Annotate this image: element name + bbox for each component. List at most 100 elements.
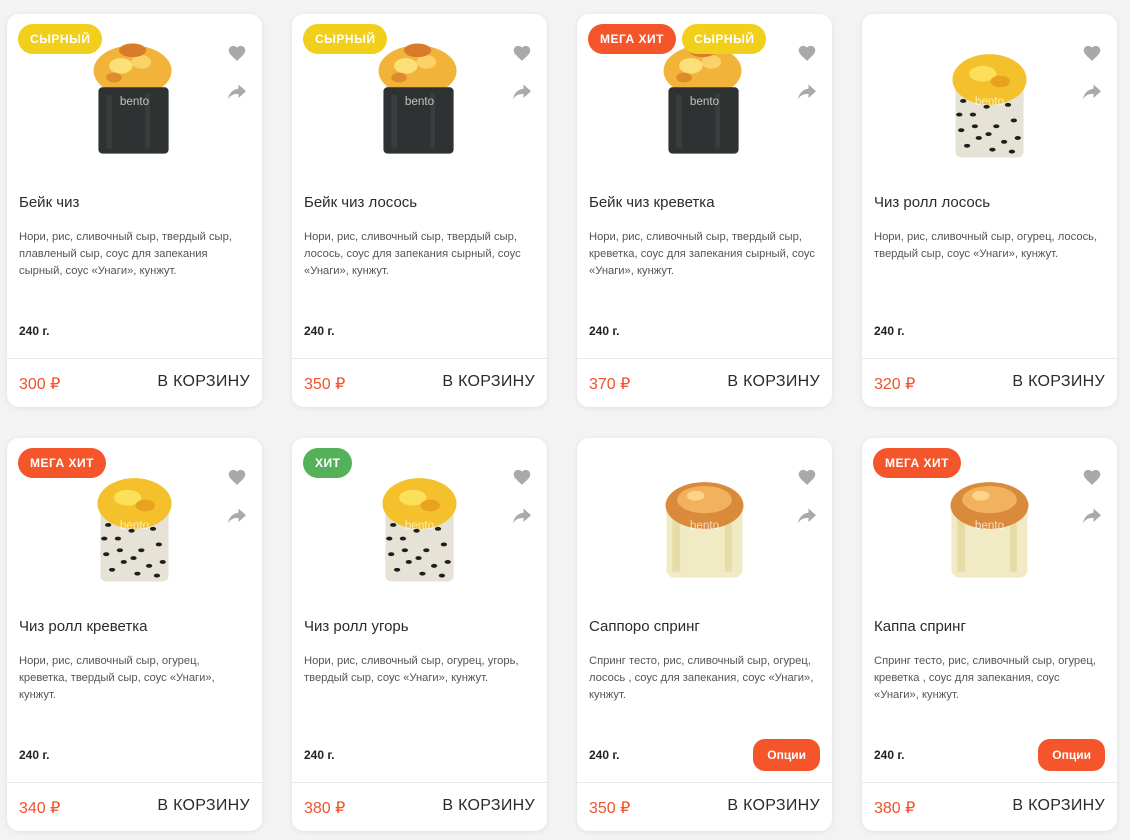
product-title[interactable]: Бейк чиз лосось [304, 194, 535, 211]
badge-group: ХИТ [303, 448, 353, 478]
product-price: 320 ₽ [874, 376, 916, 393]
product-description: Спринг тесто, рис, сливочный сыр, огурец… [874, 655, 1096, 701]
product-description: Нори, рис, сливочный сыр, твердый сыр, п… [19, 231, 232, 277]
product-image[interactable]: bento [362, 36, 477, 161]
card-divider [292, 782, 547, 783]
share-icon[interactable] [1081, 81, 1103, 103]
heart-icon[interactable] [1081, 42, 1103, 64]
add-to-cart-button[interactable]: В КОРЗИНУ [442, 797, 535, 815]
share-icon[interactable] [511, 81, 533, 103]
product-card[interactable]: МЕГА ХИТ bento Чиз ролл креветка Нори, рис,… [7, 438, 262, 831]
product-title[interactable]: Чиз ролл угорь [304, 618, 535, 635]
add-to-cart-button[interactable]: В КОРЗИНУ [1012, 797, 1105, 815]
product-title[interactable]: Бейк чиз креветка [589, 194, 820, 211]
product-title[interactable]: Чиз ролл лосось [874, 194, 1105, 211]
product-price: 340 ₽ [19, 800, 61, 817]
product-weight: 240 г. [589, 748, 620, 762]
badge-group: МЕГА ХИТ [873, 448, 962, 478]
product-card[interactable]: МЕГА ХИТ bento Каппа спринг Спринг тесто, р… [862, 438, 1117, 831]
product-title[interactable]: Бейк чиз [19, 194, 250, 211]
product-weight: 240 г. [19, 748, 50, 762]
product-card[interactable]: МЕГА ХИТ СЫРНЫЙ bento Бейк чиз креветка Нори… [577, 14, 832, 407]
product-badge: ХИТ [303, 448, 353, 478]
options-button[interactable]: Опции [1038, 739, 1105, 771]
svg-text:bento: bento [405, 518, 435, 531]
card-divider [577, 782, 832, 783]
heart-icon[interactable] [226, 42, 248, 64]
badge-group: МЕГА ХИТ СЫРНЫЙ [588, 24, 767, 54]
heart-icon[interactable] [1081, 466, 1103, 488]
options-button[interactable]: Опции [753, 739, 820, 771]
card-divider [862, 358, 1117, 359]
product-image[interactable]: bento [932, 36, 1047, 161]
product-card[interactable]: bento Саппоро спринг Спринг тесто, рис, сл… [577, 438, 832, 831]
product-description: Нори, рис, сливочный сыр, твердый сыр, к… [589, 231, 815, 277]
product-weight: 240 г. [589, 324, 620, 338]
share-icon[interactable] [796, 81, 818, 103]
card-divider [862, 782, 1117, 783]
add-to-cart-button[interactable]: В КОРЗИНУ [157, 373, 250, 391]
product-image[interactable]: bento [77, 460, 192, 585]
badge-group: СЫРНЫЙ [18, 24, 103, 54]
product-title[interactable]: Каппа спринг [874, 618, 1105, 635]
add-to-cart-button[interactable]: В КОРЗИНУ [442, 373, 535, 391]
svg-text:bento: bento [975, 94, 1005, 107]
product-description: Нори, рис, сливочный сыр, огурец, кревет… [19, 655, 215, 701]
product-weight: 240 г. [304, 748, 335, 762]
card-divider [7, 358, 262, 359]
share-icon[interactable] [796, 505, 818, 527]
heart-icon[interactable] [511, 466, 533, 488]
add-to-cart-button[interactable]: В КОРЗИНУ [1012, 373, 1105, 391]
product-price: 380 ₽ [304, 800, 346, 817]
product-title[interactable]: Чиз ролл креветка [19, 618, 250, 635]
product-image[interactable]: bento [362, 460, 477, 585]
product-card[interactable]: ХИТ bento Чиз ролл угорь Нори, рис, сливочн… [292, 438, 547, 831]
card-divider [577, 358, 832, 359]
product-weight: 240 г. [304, 324, 335, 338]
product-badge: МЕГА ХИТ [873, 448, 962, 478]
svg-text:bento: bento [120, 94, 150, 107]
product-image[interactable]: bento [647, 36, 762, 161]
share-icon[interactable] [511, 505, 533, 527]
product-price: 350 ₽ [589, 800, 631, 817]
card-divider [292, 358, 547, 359]
heart-icon[interactable] [511, 42, 533, 64]
heart-icon[interactable] [226, 466, 248, 488]
svg-text:bento: bento [690, 518, 720, 531]
product-card[interactable]: bento Чиз ролл лосось Нори, рис, сливочный… [862, 14, 1117, 407]
svg-text:bento: bento [975, 518, 1005, 531]
svg-text:bento: bento [405, 94, 435, 107]
product-weight: 240 г. [874, 748, 905, 762]
share-icon[interactable] [226, 81, 248, 103]
svg-text:bento: bento [120, 518, 150, 531]
card-divider [7, 782, 262, 783]
product-card[interactable]: СЫРНЫЙ bento Бейк чиз лосось Нори, рис, сли… [292, 14, 547, 407]
product-badge: МЕГА ХИТ [18, 448, 107, 478]
product-price: 380 ₽ [874, 800, 916, 817]
product-title[interactable]: Саппоро спринг [589, 618, 820, 635]
heart-icon[interactable] [796, 466, 818, 488]
product-card[interactable]: СЫРНЫЙ bento Бейк чиз Нори, рис, сливочный … [7, 14, 262, 407]
svg-text:bento: bento [690, 94, 720, 107]
add-to-cart-button[interactable]: В КОРЗИНУ [157, 797, 250, 815]
product-description: Нори, рис, сливочный сыр, огурец, лосось… [874, 231, 1098, 260]
product-image[interactable]: bento [77, 36, 192, 161]
product-description: Нори, рис, сливочный сыр, твердый сыр, л… [304, 231, 521, 277]
share-icon[interactable] [226, 505, 248, 527]
add-to-cart-button[interactable]: В КОРЗИНУ [727, 373, 820, 391]
add-to-cart-button[interactable]: В КОРЗИНУ [727, 797, 820, 815]
product-weight: 240 г. [874, 324, 905, 338]
product-badge: СЫРНЫЙ [682, 24, 767, 54]
product-image[interactable]: bento [647, 460, 762, 585]
share-icon[interactable] [1081, 505, 1103, 527]
product-price: 370 ₽ [589, 376, 631, 393]
badge-group: СЫРНЫЙ [303, 24, 388, 54]
product-price: 300 ₽ [19, 376, 61, 393]
heart-icon[interactable] [796, 42, 818, 64]
badge-group: МЕГА ХИТ [18, 448, 107, 478]
product-badge: СЫРНЫЙ [303, 24, 388, 54]
product-image[interactable]: bento [932, 460, 1047, 585]
product-weight: 240 г. [19, 324, 50, 338]
product-badge: СЫРНЫЙ [18, 24, 103, 54]
product-price: 350 ₽ [304, 376, 346, 393]
